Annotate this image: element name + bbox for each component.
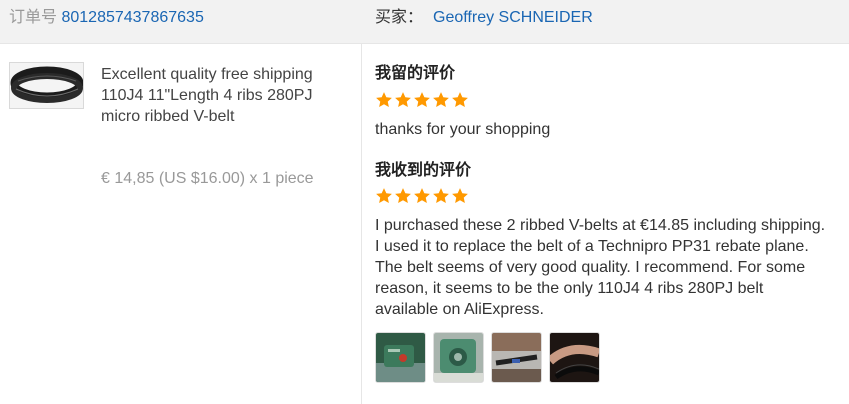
review-photo-3[interactable]	[491, 332, 542, 383]
review-photos	[375, 332, 600, 383]
photo-icon	[492, 333, 541, 382]
photo-icon	[434, 333, 483, 382]
buyer-info: 买家： Geoffrey SCHNEIDER	[375, 8, 593, 28]
received-review-rating	[375, 187, 469, 205]
buyer-name-link[interactable]: Geoffrey SCHNEIDER	[433, 9, 593, 26]
star-icon	[452, 188, 468, 204]
star-icon	[452, 92, 468, 108]
order-number-label: 订单号	[9, 9, 58, 26]
rubber-belt-icon	[10, 63, 83, 108]
star-icon	[433, 92, 449, 108]
review-photo-2[interactable]	[433, 332, 484, 383]
product-column: Excellent quality free shipping 110J4 11…	[0, 44, 362, 404]
review-photo-4[interactable]	[549, 332, 600, 383]
star-icon	[395, 92, 411, 108]
buyer-label: 买家：	[375, 9, 424, 26]
product-price: € 14,85 (US $16.00) x 1 piece	[101, 170, 314, 187]
photo-icon	[550, 333, 599, 382]
star-icon	[414, 188, 430, 204]
received-review-text: I purchased these 2 ribbed V-belts at €1…	[375, 217, 826, 318]
review-photo-1[interactable]	[375, 332, 426, 383]
star-icon	[395, 188, 411, 204]
order-review-page: 订单号 8012857437867635 买家： Geoffrey SCHNEID…	[0, 0, 849, 404]
my-review-rating	[375, 91, 469, 109]
order-header: 订单号 8012857437867635 买家： Geoffrey SCHNEID…	[0, 0, 849, 44]
order-info: 订单号 8012857437867635	[9, 8, 204, 28]
star-icon	[414, 92, 430, 108]
order-number-link[interactable]: 8012857437867635	[61, 9, 203, 26]
photo-icon	[376, 333, 425, 382]
received-review-heading: 我收到的评价	[375, 162, 472, 179]
star-icon	[433, 188, 449, 204]
my-review-heading: 我留的评价	[375, 65, 456, 82]
product-title-link[interactable]: Excellent quality free shipping 110J4 11…	[101, 64, 351, 127]
star-icon	[376, 188, 392, 204]
my-review-text: thanks for your shopping	[375, 121, 551, 138]
product-image[interactable]	[9, 62, 84, 109]
star-icon	[376, 92, 392, 108]
